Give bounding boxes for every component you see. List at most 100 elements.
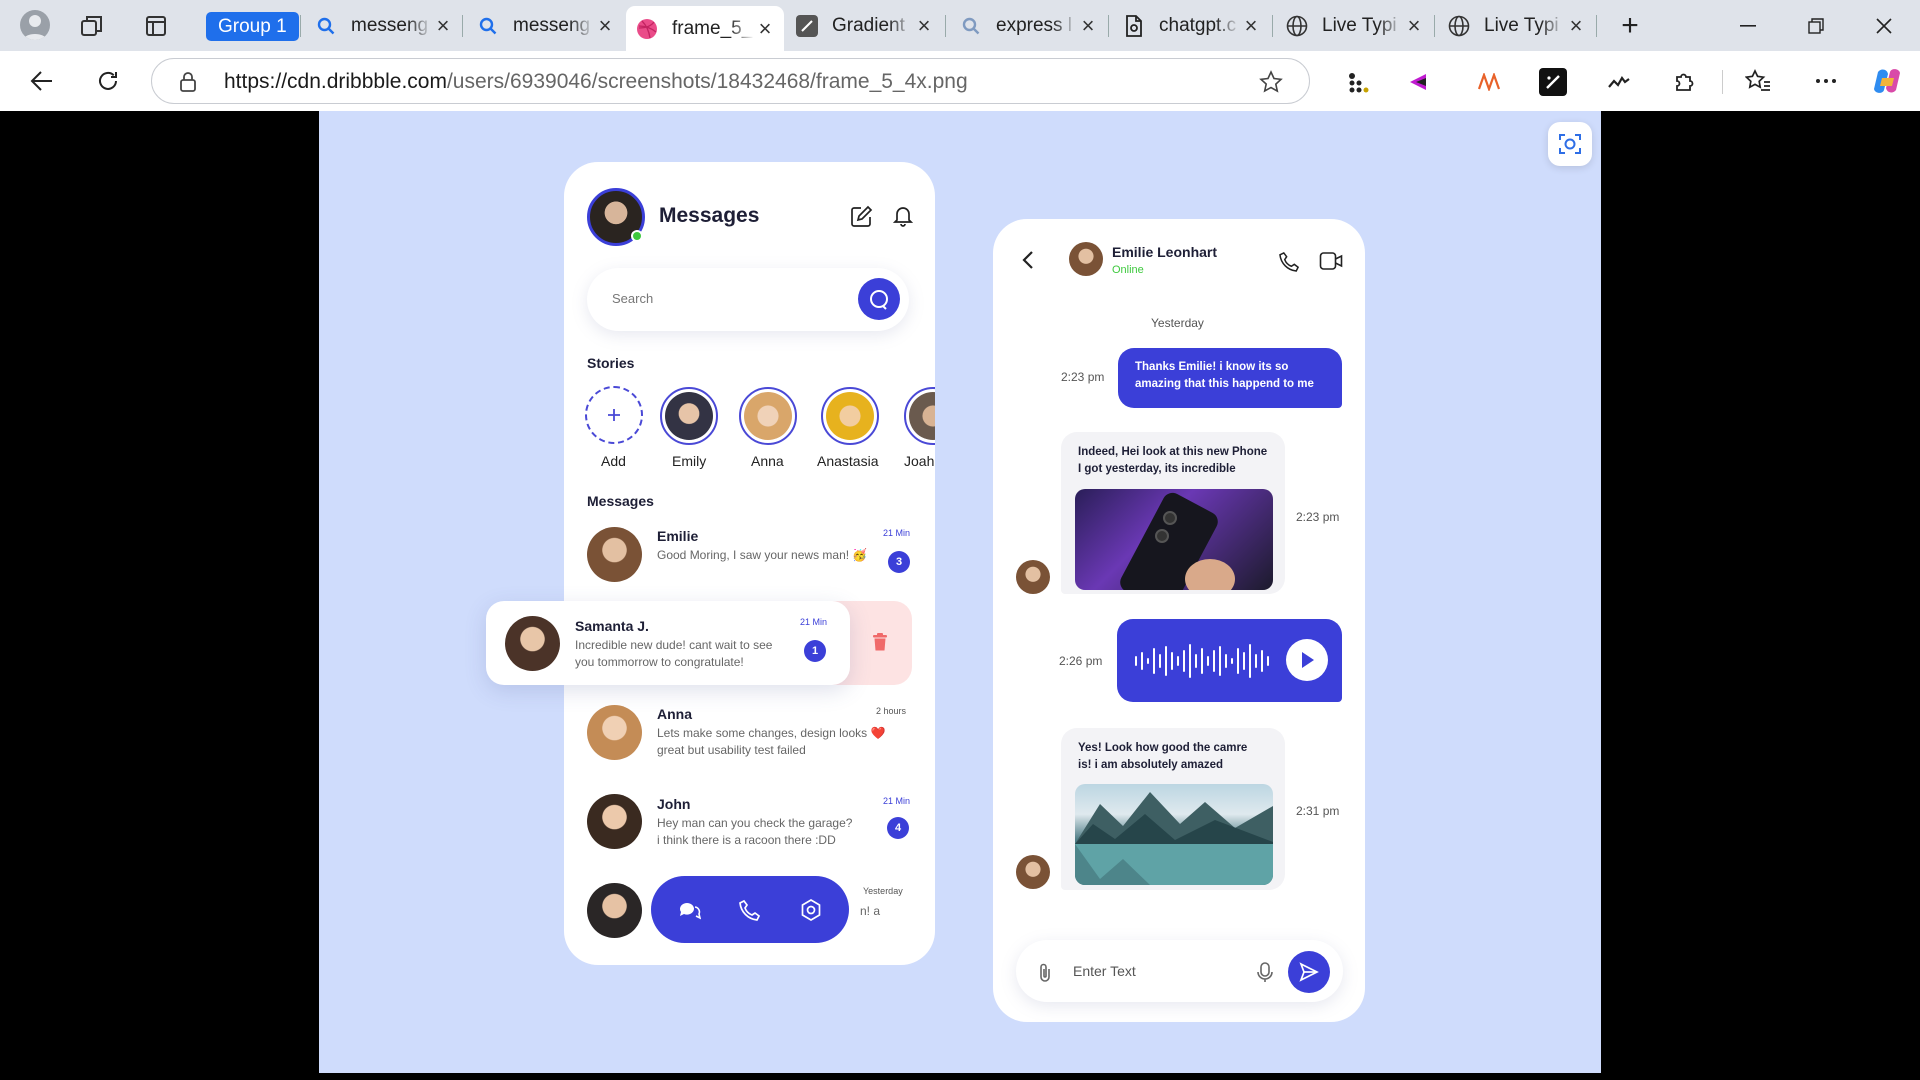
minimize-button[interactable] bbox=[1714, 0, 1782, 51]
story-emily[interactable] bbox=[660, 387, 718, 445]
tab-chatgpt[interactable]: chatgpt.c × bbox=[1113, 6, 1270, 45]
restore-button[interactable] bbox=[1782, 0, 1850, 51]
close-tab-icon[interactable]: × bbox=[1077, 13, 1099, 39]
tab-express-search[interactable]: express l × bbox=[950, 6, 1107, 45]
tab-separator bbox=[1272, 15, 1273, 37]
voice-message[interactable] bbox=[1117, 619, 1342, 702]
phone-photo[interactable] bbox=[1075, 489, 1273, 590]
extension-arrow-icon[interactable] bbox=[1404, 68, 1432, 96]
tab-group-label[interactable]: Group 1 bbox=[206, 12, 299, 41]
incoming-message[interactable]: Indeed, Hei look at this new Phone I got… bbox=[1061, 432, 1285, 594]
document-icon bbox=[1123, 14, 1145, 37]
close-tab-icon[interactable]: × bbox=[1565, 13, 1587, 39]
waveform-icon bbox=[1135, 644, 1269, 678]
close-tab-icon[interactable]: × bbox=[754, 16, 776, 42]
contact-name: Anna bbox=[657, 706, 692, 722]
extension-trend-icon[interactable] bbox=[1605, 68, 1633, 96]
bottom-nav bbox=[651, 876, 849, 943]
url-host: https://cdn.dribbble.com bbox=[224, 70, 447, 93]
tab-separator bbox=[1108, 15, 1109, 37]
url-field[interactable]: https://cdn.dribbble.com/users/6939046/s… bbox=[151, 58, 1310, 104]
message-text-line-1: Indeed, Hei look at this new Phone bbox=[1078, 446, 1268, 458]
story-label: Emily bbox=[672, 453, 707, 469]
close-tab-icon[interactable]: × bbox=[1240, 13, 1262, 39]
tab-actions-icon[interactable] bbox=[142, 12, 170, 40]
copilot-icon[interactable] bbox=[1870, 64, 1904, 98]
outgoing-message[interactable]: Thanks Emilie! i know its so amazing tha… bbox=[1118, 348, 1342, 408]
send-button[interactable] bbox=[1288, 951, 1330, 993]
contact-avatar[interactable] bbox=[1069, 242, 1103, 276]
extension-n-icon[interactable] bbox=[1474, 68, 1504, 96]
more-menu-icon[interactable] bbox=[1810, 66, 1842, 96]
attach-icon[interactable] bbox=[1035, 961, 1055, 983]
back-button[interactable] bbox=[26, 66, 58, 96]
back-arrow-icon[interactable] bbox=[1017, 248, 1039, 272]
message-time: 21 Min bbox=[883, 796, 911, 806]
page-title: Messages bbox=[659, 204, 760, 227]
story-anna[interactable] bbox=[739, 387, 797, 445]
tab-messenger-search-1[interactable]: messeng × bbox=[305, 6, 462, 45]
extension-dots-icon[interactable] bbox=[1344, 68, 1372, 96]
visual-search-icon[interactable] bbox=[1548, 122, 1592, 166]
tab-separator bbox=[300, 15, 301, 37]
tab-gradient[interactable]: Gradient × bbox=[786, 6, 943, 45]
extensions-puzzle-icon[interactable] bbox=[1670, 66, 1700, 96]
unread-badge: 1 bbox=[804, 640, 826, 662]
contact-name: Emilie bbox=[657, 528, 699, 544]
messages-heading: Messages bbox=[587, 493, 654, 509]
lock-icon[interactable] bbox=[177, 70, 199, 94]
microphone-icon[interactable] bbox=[1253, 960, 1277, 984]
profile-icon[interactable] bbox=[20, 10, 50, 40]
conversation-john[interactable]: John Hey man can you check the garage? i… bbox=[578, 787, 918, 857]
tab-messenger-search-2[interactable]: messeng × bbox=[467, 6, 624, 45]
close-tab-icon[interactable]: × bbox=[1403, 13, 1425, 39]
message-text-line-1: Yes! Look how good the camre bbox=[1078, 742, 1248, 754]
compose-icon[interactable] bbox=[849, 204, 873, 228]
search-button[interactable] bbox=[858, 278, 900, 320]
conversation-anna[interactable]: Anna Lets make some changes, design look… bbox=[578, 698, 918, 768]
favorite-star-icon[interactable] bbox=[1258, 69, 1284, 95]
video-call-icon[interactable] bbox=[1318, 249, 1344, 273]
incoming-message[interactable]: Yes! Look how good the camre is! i am ab… bbox=[1061, 728, 1285, 890]
url-path: /users/6939046/screenshots/18432468/fram… bbox=[446, 70, 968, 93]
story-label: Add bbox=[601, 453, 626, 469]
message-text-line-2: is! i am absolutely amazed bbox=[1078, 759, 1224, 771]
story-joah[interactable] bbox=[904, 387, 935, 447]
close-tab-icon[interactable]: × bbox=[432, 13, 454, 39]
gradient-site-icon bbox=[796, 14, 818, 37]
calls-nav-icon[interactable] bbox=[736, 896, 764, 924]
search-icon bbox=[315, 15, 337, 37]
conversation-emilie[interactable]: Emilie Good Moring, I saw your news man!… bbox=[578, 520, 918, 586]
settings-nav-icon[interactable] bbox=[797, 896, 825, 924]
contact-name: John bbox=[657, 796, 691, 812]
voice-call-icon[interactable] bbox=[1277, 249, 1301, 273]
message-preview: n! a bbox=[860, 904, 881, 918]
tab-live-typing-2[interactable]: Live Typi × bbox=[1438, 6, 1595, 45]
story-anastasia[interactable] bbox=[821, 387, 879, 445]
close-tab-icon[interactable]: × bbox=[913, 13, 935, 39]
close-window-button[interactable] bbox=[1850, 0, 1918, 51]
play-button[interactable] bbox=[1286, 639, 1328, 681]
message-time: Yesterday bbox=[863, 886, 903, 896]
extension-slash-icon[interactable] bbox=[1539, 68, 1567, 96]
tab-live-typing-1[interactable]: Live Typi × bbox=[1276, 6, 1433, 45]
search-placeholder: Search bbox=[612, 291, 654, 306]
conversation-samanta[interactable]: Samanta J. Incredible new dude! cant wai… bbox=[486, 601, 850, 685]
avatar bbox=[505, 616, 560, 671]
message-time: 21 Min bbox=[883, 528, 911, 538]
message-preview: Good Moring, I saw your news man! 🥳 bbox=[657, 548, 868, 562]
favorites-icon[interactable] bbox=[1742, 66, 1774, 96]
landscape-photo[interactable] bbox=[1075, 784, 1273, 885]
notification-bell-icon[interactable] bbox=[891, 204, 915, 228]
dribbble-shot-canvas bbox=[319, 111, 1601, 1073]
add-story-button[interactable] bbox=[585, 386, 643, 444]
workspaces-icon[interactable] bbox=[78, 12, 106, 40]
refresh-button[interactable] bbox=[92, 66, 124, 96]
chats-nav-icon[interactable] bbox=[675, 896, 703, 924]
message-time: 2:26 pm bbox=[1059, 654, 1103, 668]
globe-icon bbox=[1286, 15, 1308, 37]
message-text-line-2: amazing that this happend to me bbox=[1135, 378, 1314, 390]
new-tab-button[interactable]: + bbox=[1596, 0, 1664, 51]
close-tab-icon[interactable]: × bbox=[594, 13, 616, 39]
tab-frame-active[interactable]: frame_5_ × bbox=[626, 6, 784, 51]
